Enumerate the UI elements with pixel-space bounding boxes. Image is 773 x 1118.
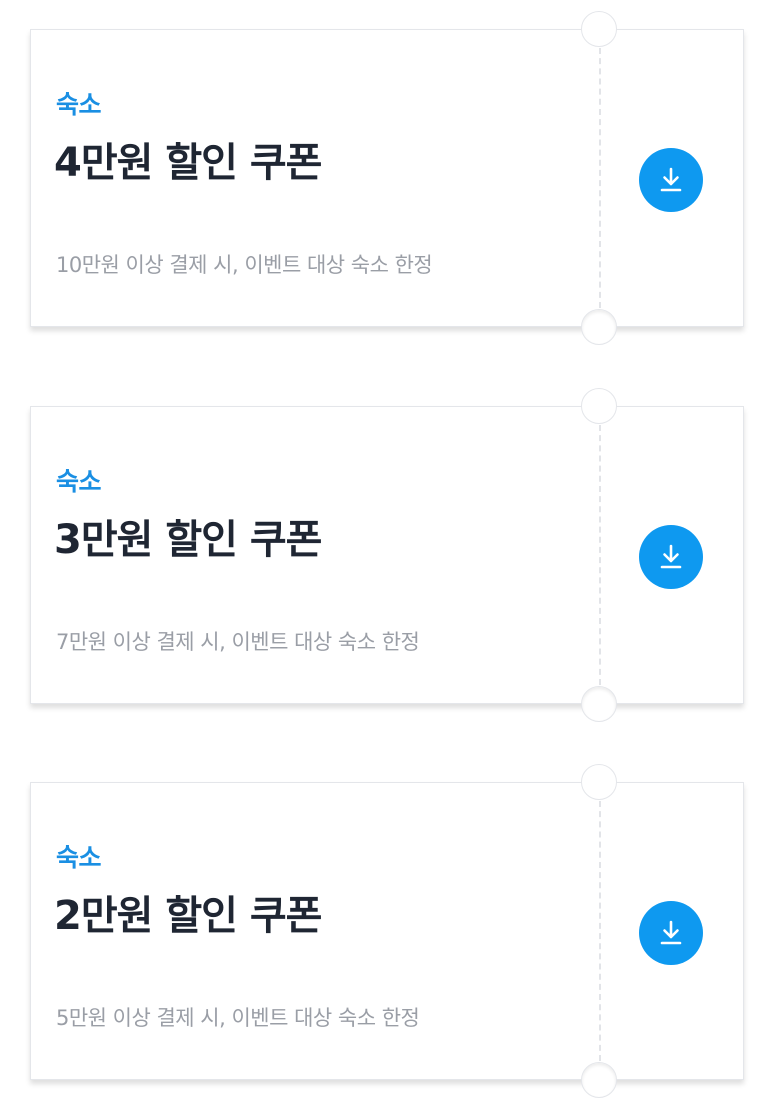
- coupon-info: 숙소 2만원 할인 쿠폰 5만원 이상 결제 시, 이벤트 대상 숙소 한정: [31, 783, 599, 1079]
- coupon-notch-top: [581, 388, 617, 424]
- download-icon: [660, 544, 682, 569]
- coupon-card: 숙소 4만원 할인 쿠폰 10만원 이상 결제 시, 이벤트 대상 숙소 한정: [30, 11, 744, 345]
- coupon-perforation: [599, 48, 601, 308]
- coupon-condition: 7만원 이상 결제 시, 이벤트 대상 숙소 한정: [56, 630, 420, 654]
- coupon-title: 2만원 할인 쿠폰: [54, 893, 322, 939]
- coupon-notch-bottom: [581, 1062, 617, 1098]
- coupon-card: 숙소 2만원 할인 쿠폰 5만원 이상 결제 시, 이벤트 대상 숙소 한정: [30, 764, 744, 1098]
- coupon-perforation: [599, 425, 601, 685]
- download-coupon-button[interactable]: [639, 901, 703, 965]
- coupon-perforation: [599, 801, 601, 1061]
- coupon-category: 숙소: [56, 467, 102, 496]
- coupon-category: 숙소: [56, 90, 102, 119]
- download-coupon-button[interactable]: [639, 148, 703, 212]
- coupon-category: 숙소: [56, 843, 102, 872]
- coupon-condition: 10만원 이상 결제 시, 이벤트 대상 숙소 한정: [56, 253, 433, 277]
- download-icon: [660, 920, 682, 945]
- download-icon: [660, 167, 682, 192]
- coupon-info: 숙소 4만원 할인 쿠폰 10만원 이상 결제 시, 이벤트 대상 숙소 한정: [31, 30, 599, 326]
- coupon-info: 숙소 3만원 할인 쿠폰 7만원 이상 결제 시, 이벤트 대상 숙소 한정: [31, 407, 599, 703]
- coupon-condition: 5만원 이상 결제 시, 이벤트 대상 숙소 한정: [56, 1006, 420, 1030]
- download-coupon-button[interactable]: [639, 525, 703, 589]
- coupon-title: 4만원 할인 쿠폰: [54, 140, 322, 186]
- coupon-card: 숙소 3만원 할인 쿠폰 7만원 이상 결제 시, 이벤트 대상 숙소 한정: [30, 388, 744, 722]
- coupon-notch-top: [581, 764, 617, 800]
- coupon-title: 3만원 할인 쿠폰: [54, 517, 322, 563]
- coupon-notch-bottom: [581, 686, 617, 722]
- coupon-notch-top: [581, 11, 617, 47]
- coupon-notch-bottom: [581, 309, 617, 345]
